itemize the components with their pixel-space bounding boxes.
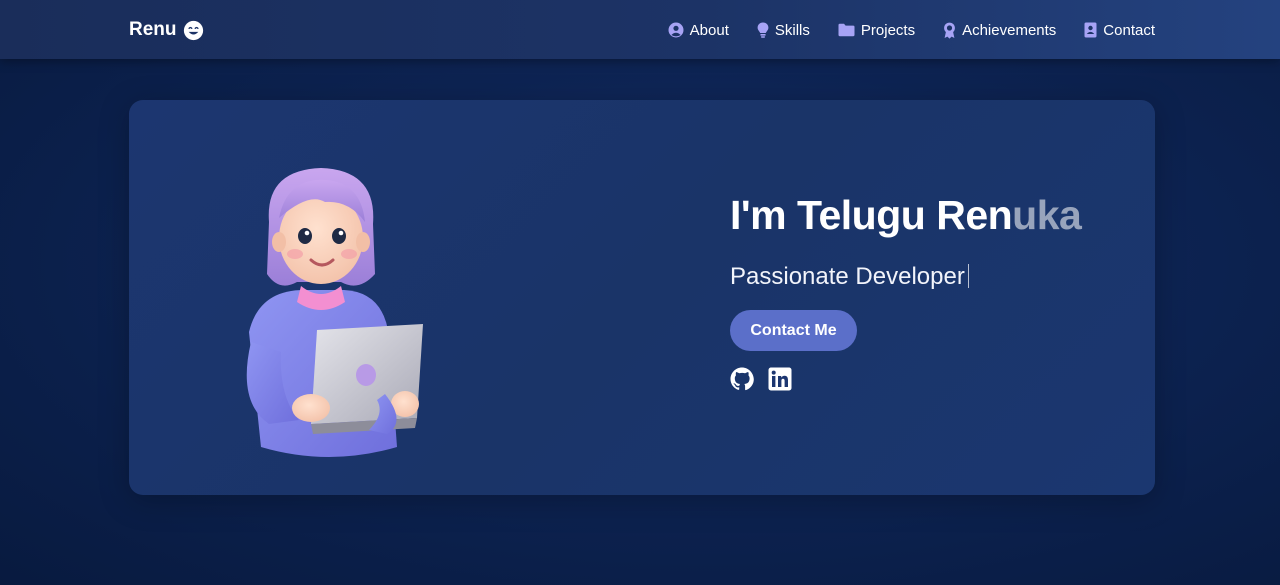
hero-subtitle: Passionate Developer [730, 262, 1130, 292]
nav-item-contact[interactable]: Contact [1084, 22, 1155, 39]
hero-text: I'm Telugu Renuka Passionate Developer C… [730, 190, 1130, 391]
subtitle-text: Passionate Developer [730, 263, 965, 290]
contact-me-button[interactable]: Contact Me [730, 310, 857, 351]
nav-item-achievements[interactable]: Achievements [943, 22, 1056, 39]
smiley-icon [183, 20, 204, 41]
lightbulb-icon [757, 22, 769, 38]
nav-label-projects: Projects [860, 21, 916, 39]
nav-item-projects[interactable]: Projects [838, 22, 915, 39]
hero-card: I'm Telugu Renuka Passionate Developer C… [129, 100, 1155, 495]
top-navbar: Renu About Skills Projects Achievements … [0, 0, 1280, 59]
brand-name: Renu [129, 19, 177, 40]
nav-label-achievements: Achievements [962, 21, 1057, 39]
headline-fade: uka [1012, 192, 1082, 238]
award-icon [943, 22, 956, 39]
nav-label-contact: Contact [1103, 21, 1155, 39]
nav-label-skills: Skills [774, 21, 810, 39]
nav-item-about[interactable]: About [668, 22, 729, 39]
brand-logo[interactable]: Renu [129, 17, 204, 43]
address-book-icon [1084, 22, 1097, 38]
headline-main: I'm Telugu Ren [730, 192, 1013, 238]
nav-label-about: About [689, 21, 729, 39]
user-circle-icon [668, 22, 684, 38]
social-links [730, 367, 1130, 391]
linkedin-icon[interactable] [768, 367, 792, 391]
typing-caret [967, 264, 969, 288]
hero-headline: I'm Telugu Renuka [730, 190, 1130, 240]
folder-icon [838, 23, 855, 37]
avatar-illustration [209, 162, 449, 462]
github-icon[interactable] [730, 367, 754, 391]
nav-links: About Skills Projects Achievements Conta… [668, 19, 1155, 41]
nav-item-skills[interactable]: Skills [757, 22, 810, 39]
